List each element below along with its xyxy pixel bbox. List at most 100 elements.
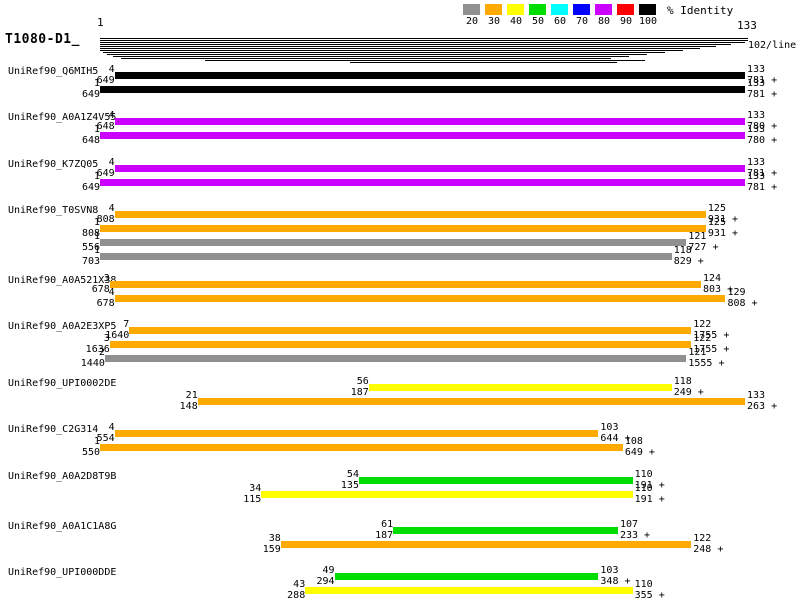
coverage-line — [121, 58, 611, 59]
query-start-label: 38 — [269, 534, 281, 544]
subject-end-label: 355 + — [635, 591, 665, 600]
alignment-bar[interactable] — [305, 587, 632, 594]
subject-start-label: 288 — [287, 591, 305, 600]
subject-end-label: 727 + — [688, 243, 718, 253]
coverage-line — [100, 38, 748, 39]
alignment-bar[interactable] — [100, 225, 706, 232]
query-end-label: 122 — [693, 534, 711, 544]
query-start-label: 34 — [249, 484, 261, 494]
alignment-bar[interactable] — [198, 398, 745, 405]
query-end-label: 125 — [708, 218, 726, 228]
sequence-label[interactable]: UniRef90_A0A1C1A8G — [8, 521, 116, 532]
query-end-label: 118 — [674, 246, 692, 256]
sequence-label[interactable]: UniRef90_C2G314 — [8, 424, 98, 435]
sequence-label[interactable]: UniRef90_UPI0002DE — [8, 378, 116, 389]
alignment-bar[interactable] — [100, 253, 672, 260]
subject-start-label: 1636 — [86, 345, 110, 355]
alignment-bar[interactable] — [105, 355, 686, 362]
subject-start-label: 115 — [243, 495, 261, 505]
query-start-label: 4 — [109, 158, 115, 168]
query-start-label: 2 — [99, 348, 105, 358]
coverage-line — [100, 50, 683, 51]
subject-end-label: 808 + — [727, 299, 757, 309]
alignment-bar[interactable] — [115, 72, 745, 79]
alignment-bar[interactable] — [100, 444, 623, 451]
query-start-label: 4 — [109, 65, 115, 75]
sequence-label[interactable]: UniRef90_UPI000DDE — [8, 567, 116, 578]
coverage-line — [113, 56, 629, 57]
alignment-bar[interactable] — [100, 179, 745, 186]
alignment-bar[interactable] — [359, 477, 633, 484]
alignment-bar[interactable] — [115, 211, 706, 218]
coverage-line — [100, 44, 731, 45]
coverage-line — [100, 48, 700, 49]
subject-end-label: 191 + — [635, 495, 665, 505]
subject-end-label: 348 + — [600, 577, 630, 587]
alignment-bar[interactable] — [115, 295, 726, 302]
sequence-label[interactable]: UniRef90_K7ZQ05 — [8, 159, 98, 170]
alignment-bar[interactable] — [110, 281, 701, 288]
query-start-label: 1 — [94, 232, 100, 242]
query-end-label: 121 — [688, 348, 706, 358]
subject-end-label: 263 + — [747, 402, 777, 412]
query-end-label: 118 — [674, 377, 692, 387]
subject-start-label: 678 — [92, 285, 110, 295]
legend-bin-label: 40 — [504, 17, 528, 27]
subject-start-label: 148 — [180, 402, 198, 412]
alignment-bar[interactable] — [115, 165, 745, 172]
subject-start-label: 294 — [316, 577, 334, 587]
legend-bin-label: 90 — [614, 17, 638, 27]
query-end-label: 133 — [747, 79, 765, 89]
coverage-line — [350, 62, 617, 63]
query-start-label: 61 — [381, 520, 393, 530]
sequence-label[interactable]: UniRef90_T0SVN8 — [8, 205, 98, 216]
subject-start-label: 159 — [263, 545, 281, 555]
legend-bin-label: 70 — [570, 17, 594, 27]
legend-swatch-80 — [595, 4, 612, 15]
sequence-label[interactable]: UniRef90_Q6MIH5 — [8, 66, 98, 77]
alignment-bar[interactable] — [129, 327, 691, 334]
query-end-label: 107 — [620, 520, 638, 530]
query-start-label: 1 — [94, 218, 100, 228]
per-line-label: 102/line — [748, 41, 796, 51]
legend-bin-label: 80 — [592, 17, 616, 27]
legend-swatch-100 — [639, 4, 656, 15]
query-end-label: 133 — [747, 391, 765, 401]
query-start-label: 21 — [186, 391, 198, 401]
query-start-label: 4 — [109, 204, 115, 214]
coverage-line — [100, 40, 748, 41]
legend-bin-label: 50 — [526, 17, 550, 27]
sequence-label[interactable]: UniRef90_A0A2E3XP5 — [8, 321, 116, 332]
subject-end-label: 233 + — [620, 531, 650, 541]
subject-start-label: 187 — [351, 388, 369, 398]
query-start-label: 7 — [123, 320, 129, 330]
alignment-bar[interactable] — [115, 430, 599, 437]
alignment-bar[interactable] — [100, 132, 745, 139]
alignment-bar[interactable] — [115, 118, 745, 125]
legend-swatch-90 — [617, 4, 634, 15]
query-start-label: 4 — [109, 423, 115, 433]
alignment-bar[interactable] — [369, 384, 672, 391]
subject-end-label: 248 + — [693, 545, 723, 555]
query-end-label: 121 — [688, 232, 706, 242]
sequence-label[interactable]: UniRef90_A0A2D8T9B — [8, 471, 116, 482]
alignment-bar[interactable] — [393, 527, 618, 534]
subject-end-label: 249 + — [674, 388, 704, 398]
alignment-bar[interactable] — [261, 491, 632, 498]
query-start-label: 1 — [94, 437, 100, 447]
subject-start-label: 550 — [82, 448, 100, 458]
subject-end-label: 780 + — [747, 136, 777, 146]
alignment-bar[interactable] — [281, 541, 691, 548]
query-start-label: 1 — [94, 125, 100, 135]
query-end-label: 133 — [747, 111, 765, 121]
query-end-label: 122 — [693, 320, 711, 330]
subject-end-label: 781 + — [747, 183, 777, 193]
legend-bin-label: 20 — [460, 17, 484, 27]
alignment-bar[interactable] — [100, 86, 745, 93]
legend-bin-label: 30 — [482, 17, 506, 27]
legend-swatch-30 — [485, 4, 502, 15]
alignment-bar[interactable] — [110, 341, 691, 348]
alignment-bar[interactable] — [335, 573, 599, 580]
query-end-label: 133 — [747, 172, 765, 182]
alignment-bar[interactable] — [100, 239, 686, 246]
